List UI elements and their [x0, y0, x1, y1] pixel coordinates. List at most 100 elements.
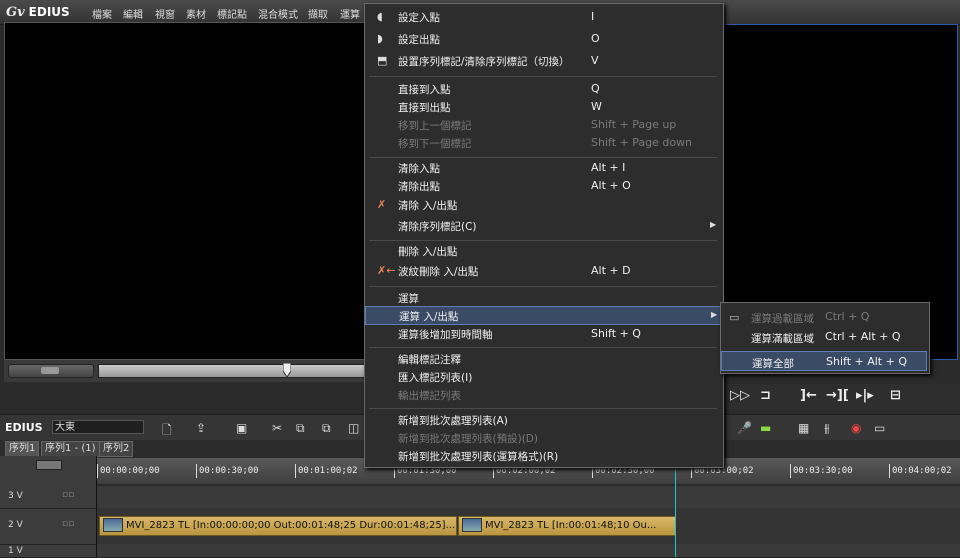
- submenu-arrow-icon: ▶: [711, 310, 718, 319]
- ruler-timecode: 00:03:30;00: [790, 464, 853, 478]
- timeline-zoom-slider[interactable]: [36, 460, 62, 470]
- paste-insert-icon[interactable]: ◫: [348, 421, 359, 435]
- track-headers: 3 V ▫▫ 2 V ▫▫ 1 V: [0, 456, 97, 558]
- menu-clip[interactable]: 素材: [186, 6, 206, 21]
- paste-icon[interactable]: ⧉: [322, 421, 331, 436]
- render-submenu: ▭ 運算過載區域 Ctrl + Q 運算滿載區域 Ctrl + Alt + Q …: [720, 302, 930, 374]
- grid-icon[interactable]: ▦: [798, 421, 809, 435]
- menu-capture[interactable]: 擷取: [308, 6, 328, 21]
- app-logo-text: EDIUS: [28, 5, 70, 19]
- fast-forward-icon[interactable]: ▷▷: [730, 388, 750, 403]
- track-lock-icon[interactable]: ▫▫: [62, 519, 74, 529]
- track-row-1v[interactable]: [97, 544, 960, 558]
- track-row-3v[interactable]: [97, 486, 960, 509]
- timeline-cursor[interactable]: [675, 466, 676, 557]
- tab-sequence1[interactable]: 序列1: [5, 441, 40, 457]
- menu-item-delete-in-out[interactable]: 刪除 入/出點: [365, 242, 721, 260]
- menu-item-render-in-out[interactable]: 運算 入/出點 ▶: [365, 306, 721, 325]
- clip-label: MVI_2823 TL [In:00:01:48;10 Ou...: [485, 520, 657, 531]
- app-logo: Gv EDIUS: [6, 4, 70, 20]
- track-header-3v[interactable]: 3 V ▫▫: [0, 486, 96, 509]
- ruler-timecode: 00:00:30;00: [196, 464, 259, 478]
- menu-separator: [369, 76, 717, 77]
- track-lock-icon[interactable]: ▫▫: [62, 490, 74, 500]
- menu-item-set-out[interactable]: ◗ 設定出點 O: [365, 30, 721, 48]
- copy-icon[interactable]: ⧉: [296, 421, 305, 436]
- new-project-icon[interactable]: 🗋: [162, 421, 172, 442]
- menu-item-add-batch-render-format[interactable]: 新增到批次處理列表(運算格式)(R): [365, 447, 721, 465]
- tab-sequence1-copy[interactable]: 序列1 - (1): [41, 441, 100, 457]
- submenu-arrow-icon: ▶: [710, 220, 717, 229]
- menu-item-add-batch[interactable]: 新增到批次處理列表(A): [365, 411, 721, 429]
- menu-mode[interactable]: 混合模式: [258, 6, 298, 21]
- sync-icon[interactable]: ⊟: [890, 388, 901, 403]
- menu-render[interactable]: 運算: [340, 6, 360, 21]
- submenu-item-render-overload: ▭ 運算過載區域 Ctrl + Q: [729, 310, 870, 325]
- player-preview[interactable]: [4, 22, 366, 360]
- menu-item-goto-out[interactable]: 直接到出點 W: [365, 98, 721, 116]
- menu-separator: [369, 408, 717, 409]
- menu-item-import-marker-list[interactable]: 匯入標記列表(I): [365, 368, 721, 386]
- mixer-icon[interactable]: ⫵: [824, 421, 830, 436]
- submenu-item-render-full-load[interactable]: 運算滿載區域 Ctrl + Alt + Q: [721, 327, 927, 347]
- menu-item-edit-marker-comment[interactable]: 編輯標記注釋: [365, 350, 721, 368]
- color-icon[interactable]: ◉: [851, 421, 861, 435]
- open-project-icon[interactable]: ⇪: [196, 421, 206, 435]
- overwrite-to-timeline-icon[interactable]: →][: [826, 388, 849, 403]
- mark-in-icon: ◖: [377, 10, 383, 23]
- menu-item-clear-sequence-marks[interactable]: 清除序列標記(C) ▶: [365, 217, 721, 235]
- microphone-icon[interactable]: 🎤: [737, 421, 752, 435]
- track-header-2v[interactable]: 2 V ▫▫: [0, 508, 96, 545]
- timeline-clip[interactable]: MVI_2823 TL [In:00:00:00;00 Out:00:01:48…: [99, 516, 457, 536]
- tab-sequence2[interactable]: 序列2: [99, 441, 134, 457]
- menu-file[interactable]: 檔案: [92, 6, 112, 21]
- position-track[interactable]: [98, 363, 370, 378]
- menu-item-set-in[interactable]: ◖ 設定入點 I: [365, 8, 721, 26]
- menu-item-next-marker: 移到下一個標記 Shift + Page down: [398, 136, 693, 150]
- mix-icon[interactable]: ▬: [760, 421, 771, 435]
- clip-label: MVI_2823 TL [In:00:00:00;00 Out:00:01:48…: [126, 520, 456, 531]
- menu-item-render-add-timeline[interactable]: 運算後增加到時間軸 Shift + Q: [365, 325, 721, 343]
- loop-icon[interactable]: ⊐: [760, 388, 771, 403]
- menu-item-clear-in-out[interactable]: ✗ 清除 入/出點: [365, 196, 721, 214]
- menu-item-clear-in[interactable]: 清除入點 Alt + I: [365, 159, 721, 177]
- track-row-2v[interactable]: MVI_2823 TL [In:00:00:00;00 Out:00:01:48…: [97, 508, 960, 545]
- menu-separator: [369, 157, 717, 158]
- shuttle-grip[interactable]: [41, 367, 59, 374]
- menu-separator: [369, 286, 717, 287]
- ripple-icon[interactable]: ▸|▸: [856, 388, 874, 403]
- transport-controls: ▷▷ ⊐ ]← →][ ▸|▸ ⊟: [720, 384, 960, 410]
- timeline-clip[interactable]: MVI_2823 TL [In:00:01:48;10 Ou...: [458, 516, 676, 536]
- menu-view[interactable]: 視窗: [155, 6, 175, 21]
- menu-item-clear-out[interactable]: 清除出點 Alt + O: [365, 177, 721, 195]
- clear-in-out-icon: ✗: [377, 198, 387, 211]
- menu-separator: [369, 347, 717, 348]
- track-header-1v[interactable]: 1 V: [0, 544, 96, 558]
- menu-item-render[interactable]: 運算: [365, 289, 721, 307]
- menu-item-prev-marker: 移到上一個標記 Shift + Page up: [398, 118, 677, 132]
- tools-icon[interactable]: ▭: [874, 421, 885, 435]
- clip-thumbnail: [103, 518, 123, 532]
- ruler-timecode: 00:04:00;02: [889, 464, 952, 478]
- ruler-timecode: 00:01:00;02: [295, 464, 358, 478]
- menu-separator: [369, 240, 717, 241]
- mark-out-icon: ◗: [377, 32, 383, 45]
- shuttle-slider[interactable]: [8, 364, 94, 378]
- menu-item-goto-in[interactable]: 直接到入點 Q: [365, 80, 721, 98]
- gv-logo-icon: Gv: [6, 4, 25, 20]
- context-menu: ◖ 設定入點 I ◗ 設定出點 O ⬒ 設置序列標記/清除序列標記（切換） V …: [364, 3, 724, 468]
- project-name-field[interactable]: 大東: [52, 420, 144, 434]
- save-icon[interactable]: ▣: [236, 421, 247, 435]
- cut-icon[interactable]: ✂: [272, 421, 282, 435]
- position-marker-icon[interactable]: [283, 363, 291, 377]
- menu-marker[interactable]: 標記點: [217, 6, 247, 21]
- submenu-item-render-all[interactable]: 運算全部 Shift + Alt + Q: [721, 351, 927, 371]
- timeline-logo: EDIUS: [5, 421, 43, 434]
- menu-item-ripple-delete[interactable]: ✗← 波紋刪除 入/出點 Alt + D: [365, 262, 721, 280]
- insert-to-timeline-icon[interactable]: ]←: [800, 388, 817, 403]
- render-area-icon: ▭: [729, 311, 740, 324]
- menu-edit[interactable]: 編輯: [123, 6, 143, 21]
- menu-item-sequence-mark[interactable]: ⬒ 設置序列標記/清除序列標記（切換） V: [365, 52, 721, 70]
- menu-item-add-batch-default: 新增到批次處理列表(預設)(D): [398, 433, 538, 445]
- menu-item-export-marker-list: 輸出標記列表: [398, 390, 461, 402]
